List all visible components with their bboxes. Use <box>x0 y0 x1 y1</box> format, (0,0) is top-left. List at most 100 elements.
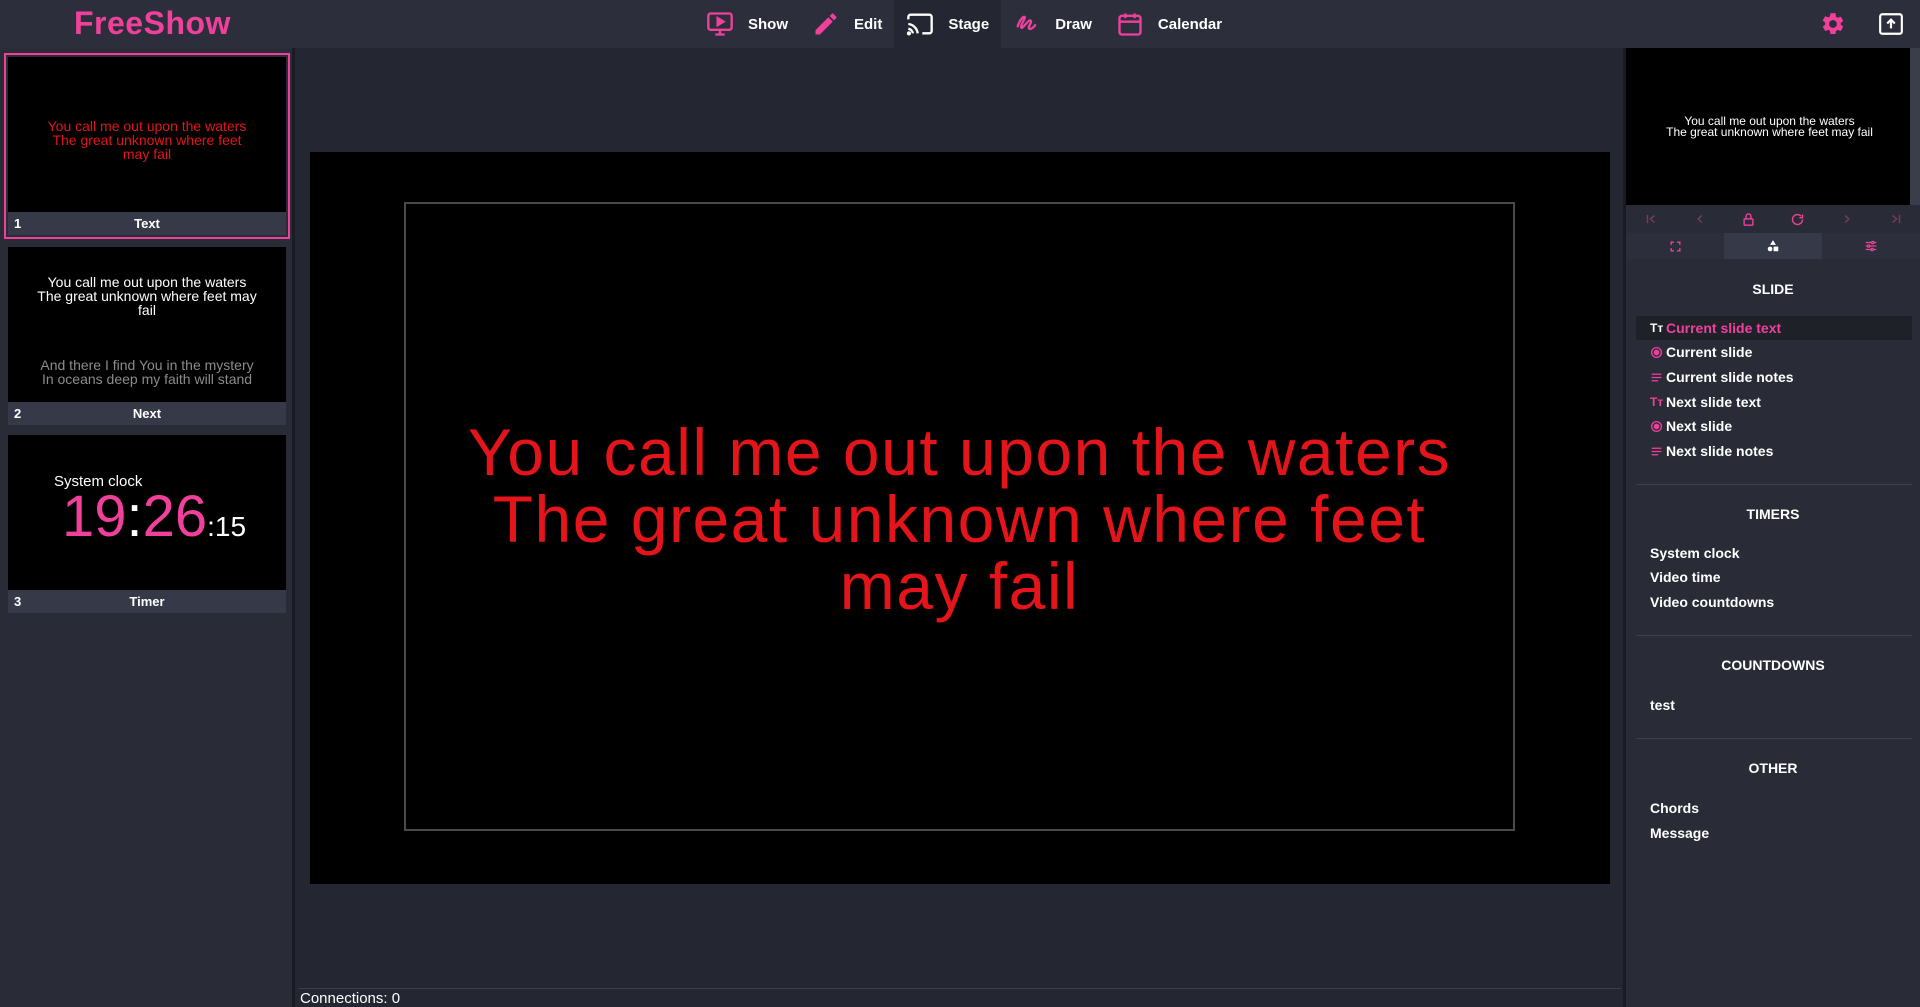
section-countdowns-title: COUNTDOWNS <box>1721 657 1825 673</box>
slide-thumb-line: And there I find You in the mystery <box>40 357 254 373</box>
item-label: Current slide text <box>1666 320 1782 336</box>
item-current-slide-notes[interactable]: Current slide notes <box>1636 365 1912 389</box>
app-logo: FreeShow <box>74 5 231 41</box>
item-label: Next slide notes <box>1666 443 1774 459</box>
first-slide-button[interactable] <box>1641 209 1661 229</box>
refresh-button[interactable] <box>1788 209 1808 229</box>
slide-item-1[interactable]: You call me out upon the waters The grea… <box>4 53 290 239</box>
item-chords[interactable]: Chords <box>1636 796 1912 820</box>
nav-stage-label: Stage <box>948 15 990 33</box>
nav-show[interactable]: Show <box>694 0 800 48</box>
slide-thumb-text: You call me out upon the waters The grea… <box>8 275 286 317</box>
slide-item-2[interactable]: You call me out upon the waters The grea… <box>8 247 286 425</box>
stage-line: The great unknown where feet <box>492 482 1427 556</box>
gear-icon <box>1822 13 1844 35</box>
slide-thumb-line: The great unknown where feet <box>52 132 242 148</box>
slide-thumb-line: You call me out upon the waters <box>47 274 247 290</box>
slide-number: 2 <box>14 406 22 421</box>
fullscreen-icon <box>1669 240 1681 252</box>
item-next-slide-notes[interactable]: Next slide notes <box>1636 439 1912 463</box>
nav-calendar[interactable]: Calendar <box>1104 0 1234 48</box>
item-current-slide-text[interactable]: Tт Current slide text <box>1636 316 1912 340</box>
pencil-icon <box>815 13 837 35</box>
shapes-icon <box>1767 240 1779 252</box>
notes-icon <box>1650 371 1666 384</box>
slide-item-3[interactable]: System clock 19:26:15 3 Timer <box>8 435 286 613</box>
slide-name: Next <box>132 406 162 421</box>
item-countdown-test[interactable]: test <box>1636 693 1912 717</box>
section-divider <box>1636 635 1912 636</box>
stage-slide-text: You call me out upon the waters The grea… <box>406 419 1513 620</box>
skip-first-icon <box>1646 214 1655 224</box>
notes-icon <box>1650 445 1666 458</box>
slide-thumb-line: In oceans deep my faith will stand <box>41 371 253 387</box>
slide-thumb-line: The great unknown where feet may <box>37 288 257 304</box>
item-label: Video countdowns <box>1650 594 1775 610</box>
preview-scrollbar[interactable] <box>1910 48 1920 205</box>
tab-items[interactable] <box>1724 233 1822 259</box>
item-system-clock[interactable]: System clock <box>1636 541 1912 565</box>
output-preview[interactable]: You call me out upon the waters The grea… <box>1626 48 1913 205</box>
slide-thumbnail: You call me out upon the waters The grea… <box>8 247 286 402</box>
section-other-title: OTHER <box>1748 760 1798 776</box>
stage-text-box[interactable]: You call me out upon the waters The grea… <box>404 202 1515 831</box>
last-slide-button[interactable] <box>1886 209 1906 229</box>
slide-name: Text <box>134 216 160 231</box>
previous-slide-button[interactable] <box>1690 209 1710 229</box>
preview-line: The great unknown where feet may fail <box>1666 125 1873 139</box>
stage-canvas[interactable]: You call me out upon the waters The grea… <box>310 152 1610 884</box>
output-button[interactable] <box>1862 0 1920 48</box>
slide-name: Timer <box>129 594 165 609</box>
item-next-slide-text[interactable]: Tт Next slide text <box>1636 390 1912 414</box>
slide-thumb-line: may fail <box>122 146 172 162</box>
item-label: Current slide notes <box>1666 369 1794 385</box>
slide-thumb-line: fail <box>138 302 156 318</box>
nav-stage[interactable]: Stage <box>894 0 1002 48</box>
item-label: Current slide <box>1666 344 1753 360</box>
settings-button[interactable] <box>1804 0 1862 48</box>
slide-thumb-text: You call me out upon the waters The grea… <box>8 119 286 161</box>
monitor-play-icon <box>707 12 733 36</box>
clock-seconds: :15 <box>207 511 247 542</box>
nav-edit[interactable]: Edit <box>800 0 894 48</box>
stage-line: You call me out upon the waters <box>467 415 1452 489</box>
item-video-countdowns[interactable]: Video countdowns <box>1636 590 1912 614</box>
chevron-left-icon <box>1696 214 1702 224</box>
refresh-icon <box>1791 213 1804 225</box>
items-panel: You call me out upon the waters The grea… <box>1623 48 1920 1007</box>
section-slide-title: SLIDE <box>1752 281 1794 297</box>
chevron-right-icon <box>1844 214 1850 224</box>
preview-text: You call me out upon the waters The grea… <box>1626 115 1913 139</box>
slide-circle-icon <box>1650 420 1666 433</box>
top-right-actions <box>1804 0 1920 48</box>
connections-status: Connections: 0 <box>298 988 1621 1007</box>
tab-settings[interactable] <box>1822 233 1920 259</box>
nav-draw[interactable]: Draw <box>1001 0 1104 48</box>
stage-editor: You call me out upon the waters The grea… <box>298 48 1621 988</box>
nav-calendar-label: Calendar <box>1157 15 1223 33</box>
item-message[interactable]: Message <box>1636 821 1912 845</box>
clock-display: 19:26:15 <box>62 484 247 549</box>
item-current-slide[interactable]: Current slide <box>1636 340 1912 364</box>
stage-line: may fail <box>839 549 1080 623</box>
item-next-slide[interactable]: Next slide <box>1636 414 1912 438</box>
item-label: Next slide text <box>1666 394 1761 410</box>
text-icon: Tт <box>1650 321 1664 335</box>
item-video-time[interactable]: Video time <box>1636 565 1912 589</box>
nav-edit-label: Edit <box>854 15 883 33</box>
skip-last-icon <box>1891 214 1900 224</box>
next-slide-button[interactable] <box>1837 209 1857 229</box>
slide-label: 3 Timer <box>8 590 286 613</box>
tab-output[interactable] <box>1626 233 1724 259</box>
lock-button[interactable] <box>1739 209 1759 229</box>
calendar-icon <box>1118 13 1142 36</box>
section-divider <box>1636 484 1912 485</box>
top-bar: FreeShow Show Edit Stage Draw Calendar <box>0 0 1920 48</box>
clock-hours: 19 <box>62 484 127 549</box>
draw-icon <box>1016 15 1037 31</box>
item-label: Video time <box>1650 569 1721 585</box>
item-label: Next slide <box>1666 418 1733 434</box>
slide-number: 3 <box>14 594 22 609</box>
lock-icon <box>1743 212 1754 226</box>
slide-thumbnail: System clock 19:26:15 <box>8 435 286 590</box>
